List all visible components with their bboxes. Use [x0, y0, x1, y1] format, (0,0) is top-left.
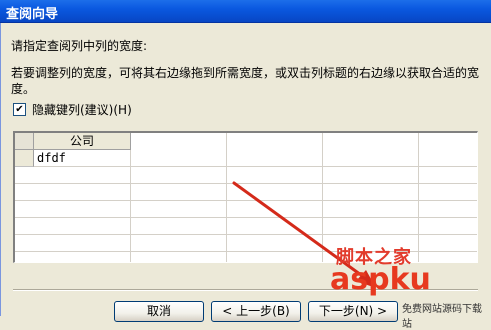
cancel-button[interactable]: 取消	[114, 301, 204, 322]
window-title: 查阅向导	[6, 7, 59, 22]
column-width-prompt: 请指定查阅列中列的宽度:	[11, 39, 148, 53]
hide-key-column-option[interactable]: ✔ 隐藏键列(建议)(H)	[13, 101, 132, 118]
back-button[interactable]: < 上一步(B)	[211, 301, 301, 322]
grid-cell[interactable]: dfdf	[37, 151, 66, 165]
hide-key-column-label[interactable]: 隐藏键列(建议)(H)	[32, 101, 132, 118]
grid-corner[interactable]	[15, 133, 34, 150]
hide-key-column-checkbox[interactable]: ✔	[13, 103, 26, 116]
column-width-help: 若要调整列的宽度，可将其右边缘拖到所需宽度，或双击列标题的右边缘以获取合适的宽度…	[11, 66, 480, 96]
next-button[interactable]: 下一步(N) >	[308, 301, 398, 322]
watermark-logo: aspku	[330, 262, 431, 297]
title-bar: 查阅向导	[0, 0, 491, 23]
row-selector[interactable]	[15, 150, 34, 167]
watermark-tagline: 免费网站源码下载站	[402, 304, 482, 330]
company-column-header[interactable]: 公司	[34, 133, 131, 150]
